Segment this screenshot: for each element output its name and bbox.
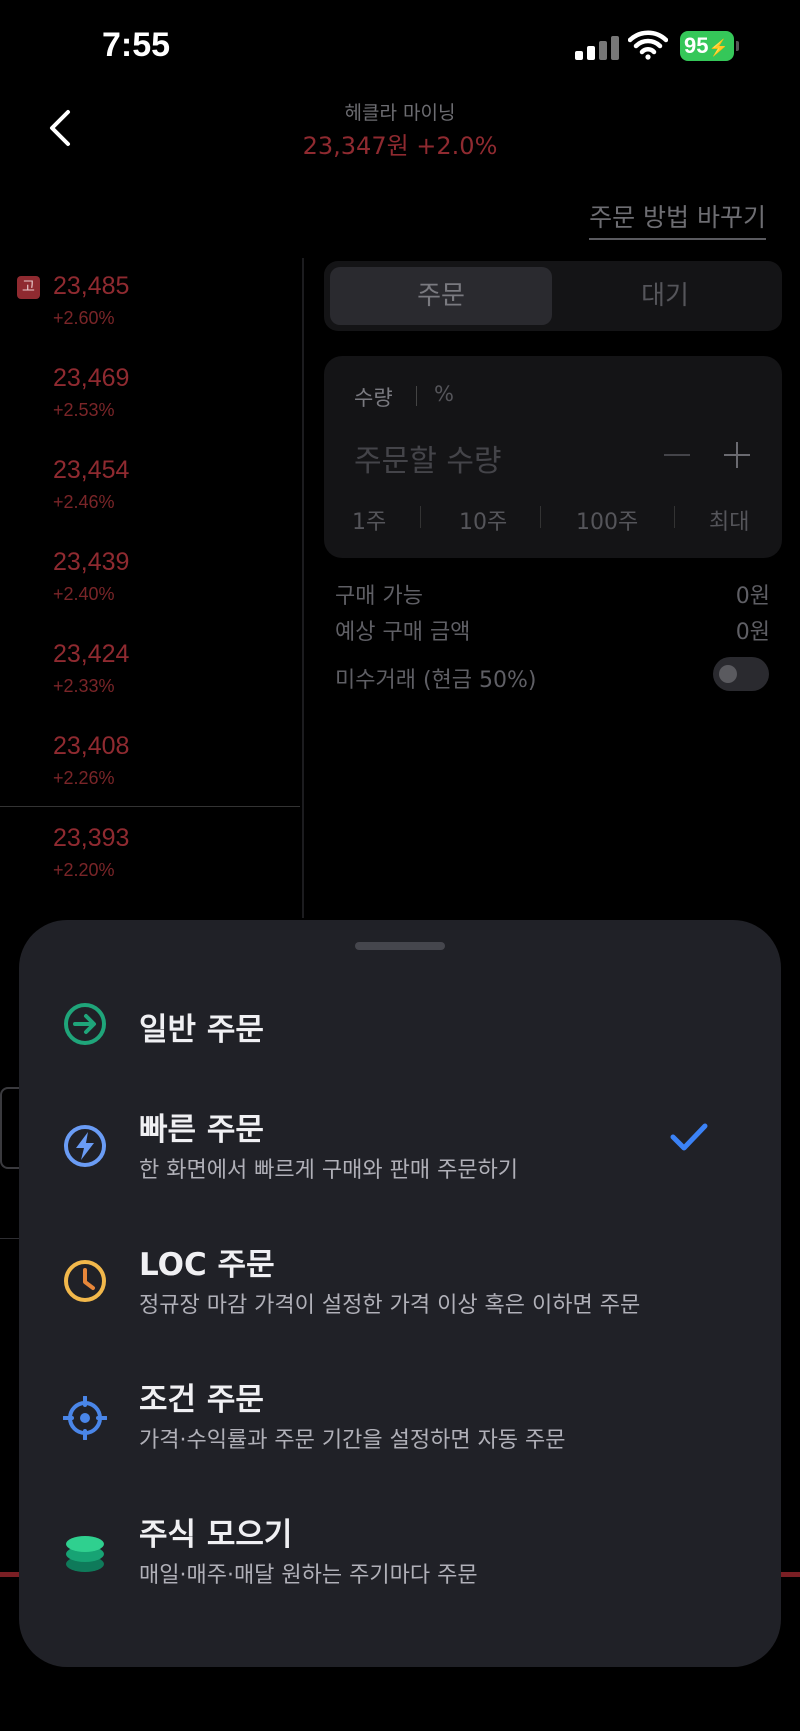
option-normal-order[interactable]: 일반 주문 [19, 980, 781, 1080]
available-label: 구매 가능 [335, 584, 423, 609]
quick-qty-100[interactable]: 100주 [576, 504, 638, 536]
order-type-segmented-control: 주문 대기 [324, 261, 782, 331]
option-title: 일반 주문 [139, 1012, 264, 1048]
minus-icon[interactable] [664, 454, 690, 456]
background-price-line [778, 1572, 800, 1577]
row-change: +2.33% [53, 676, 115, 696]
status-time: 7:55 [102, 26, 171, 64]
quick-qty-divider [674, 506, 675, 528]
row-price: 23,469 [53, 364, 130, 392]
row-price: 23,408 [53, 732, 130, 760]
row-price: 23,485 [53, 272, 130, 300]
row-price: 23,454 [53, 456, 130, 484]
row-price: 23,393 [53, 824, 130, 852]
order-book-row[interactable]: 23,439 +2.40% [0, 534, 300, 626]
quick-qty-divider [420, 506, 421, 528]
row-change: +2.40% [53, 584, 115, 604]
available-value: 0원 [735, 584, 770, 609]
quick-qty-10[interactable]: 10주 [459, 504, 507, 536]
row-change: +2.26% [53, 768, 115, 788]
quick-qty-max[interactable]: 최대 [709, 504, 749, 536]
row-change: +2.20% [53, 860, 115, 880]
order-book-row[interactable]: 23,469 +2.53% [0, 350, 300, 442]
plus-icon[interactable] [724, 442, 750, 468]
row-change: +2.46% [53, 492, 115, 512]
row-price: 23,424 [53, 640, 130, 668]
margin-trading-label: 미수거래 (현금 50%) [335, 668, 537, 693]
order-book-row[interactable]: 23,393 +2.20% [0, 810, 300, 902]
row-change: +2.53% [53, 400, 115, 420]
arrow-right-circle-icon [64, 1003, 106, 1045]
tab-pending[interactable]: 대기 [554, 267, 776, 325]
battery-icon: 95⚡ [680, 31, 734, 61]
tab-order[interactable]: 주문 [330, 267, 552, 325]
option-title: 빠른 주문 [139, 1112, 264, 1148]
current-price-divider [0, 806, 300, 807]
option-title: LOC 주문 [139, 1247, 275, 1283]
qty-mode-separator [416, 386, 417, 406]
status-bar: 7:55 95⚡ [0, 0, 800, 96]
toggle-knob [719, 665, 737, 683]
quantity-input[interactable]: 주문할 수량 [354, 436, 502, 480]
option-subtitle: 매일·매주·매달 원하는 주기마다 주문 [139, 1563, 478, 1588]
option-loc-order[interactable]: LOC 주문 정규장 마감 가격이 설정한 가격 이상 혹은 이하면 주문 [19, 1225, 781, 1345]
high-badge: 고 [17, 276, 40, 299]
coin-stack-icon [66, 1536, 104, 1572]
clock-icon [64, 1260, 106, 1302]
panel-divider [302, 258, 304, 918]
selected-check-icon [670, 1123, 708, 1151]
target-icon [63, 1396, 107, 1440]
margin-trading-toggle[interactable] [713, 657, 769, 691]
sheet-drag-handle[interactable] [355, 942, 445, 950]
order-method-sheet: 일반 주문 빠른 주문 한 화면에서 빠르게 구매와 판매 주문하기 LOC 주… [19, 920, 781, 1667]
option-stock-accumulate[interactable]: 주식 모으기 매일·매주·매달 원하는 주기마다 주문 [19, 1495, 781, 1615]
quick-qty-divider [540, 506, 541, 528]
stock-name: 헤클라 마이닝 [344, 102, 456, 124]
change-order-method-link[interactable]: 주문 방법 바꾸기 [589, 198, 766, 240]
quantity-card: 수량 % 주문할 수량 1주 10주 100주 최대 [324, 356, 782, 558]
option-title: 주식 모으기 [139, 1517, 293, 1553]
qty-mode-label[interactable]: 수량 [354, 382, 393, 412]
cellular-signal-icon [575, 36, 619, 60]
order-book-row[interactable]: 23,408 +2.26% [0, 718, 300, 810]
order-book-row[interactable]: 23,424 +2.33% [0, 626, 300, 718]
row-price: 23,439 [53, 548, 130, 576]
order-book-row[interactable]: 고 23,485 +2.60% [0, 258, 300, 350]
option-quick-order[interactable]: 빠른 주문 한 화면에서 빠르게 구매와 판매 주문하기 [19, 1090, 781, 1210]
percent-mode-label[interactable]: % [434, 382, 454, 406]
battery-level: 95 [684, 33, 709, 58]
expected-amount-label: 예상 구매 금액 [335, 620, 471, 645]
background-element [0, 1087, 20, 1169]
option-title: 조건 주문 [139, 1382, 264, 1418]
option-conditional-order[interactable]: 조건 주문 가격·수익률과 주문 기간을 설정하면 자동 주문 [19, 1360, 781, 1480]
lightning-icon [64, 1125, 106, 1167]
option-subtitle: 정규장 마감 가격이 설정한 가격 이상 혹은 이하면 주문 [139, 1293, 641, 1318]
wifi-icon [628, 30, 668, 60]
stock-price: 23,347원 +2.0% [302, 132, 498, 160]
option-subtitle: 한 화면에서 빠르게 구매와 판매 주문하기 [139, 1158, 519, 1183]
quick-qty-1[interactable]: 1주 [352, 504, 386, 536]
option-subtitle: 가격·수익률과 주문 기간을 설정하면 자동 주문 [139, 1428, 566, 1453]
expected-amount-value: 0원 [735, 620, 770, 645]
order-book-row[interactable]: 23,454 +2.46% [0, 442, 300, 534]
row-change: +2.60% [53, 308, 115, 328]
battery-tip [736, 41, 739, 51]
